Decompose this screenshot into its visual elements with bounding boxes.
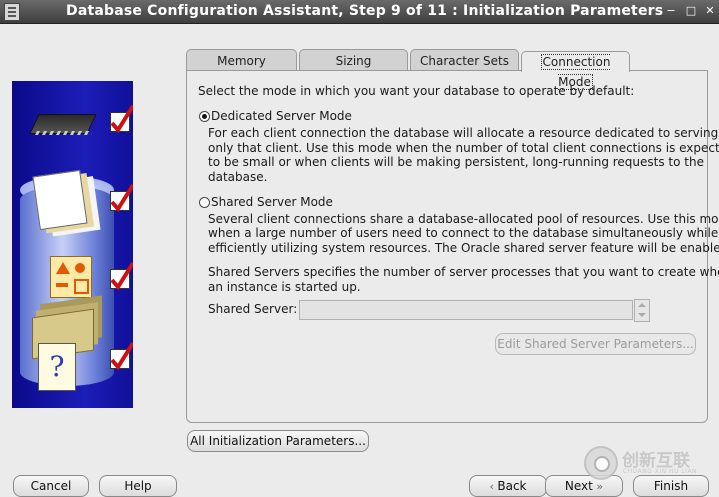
wizard-graphic: ? xyxy=(12,81,133,408)
watermark-logo: 创新互联 CHUANG XIN HU LIAN xyxy=(584,442,714,482)
dedicated-server-label[interactable]: Dedicated Server Mode xyxy=(211,109,352,124)
cancel-button[interactable]: Cancel xyxy=(13,475,89,497)
shared-description-line: efficiently utilizing system resources. … xyxy=(208,241,719,255)
shared-server-field-label: Shared Server: xyxy=(208,302,298,316)
tab-connection-mode[interactable]: Connection Mode xyxy=(521,51,630,90)
watermark-icon xyxy=(584,446,618,480)
spinner-down-icon[interactable] xyxy=(638,313,646,317)
shared-servers-info-line: an instance is started up. xyxy=(208,280,361,294)
checkmark-icon xyxy=(110,341,133,370)
tab-sizing[interactable]: Sizing xyxy=(299,49,408,71)
shared-description-line: when a large number of users need to con… xyxy=(208,226,719,240)
help-button[interactable]: Help xyxy=(99,475,177,497)
shared-server-spinner[interactable] xyxy=(634,299,650,322)
memory-chip-pins xyxy=(35,131,93,135)
dedicated-server-radio[interactable] xyxy=(199,111,210,122)
minimize-icon[interactable]: − xyxy=(664,4,678,18)
spinner-up-icon[interactable] xyxy=(638,303,646,307)
shared-server-label[interactable]: Shared Server Mode xyxy=(211,195,333,210)
tab-character-sets[interactable]: Character Sets xyxy=(410,49,519,71)
close-icon[interactable]: ✕ xyxy=(703,4,717,18)
dedicated-description-line: only that client. Use this mode when the… xyxy=(208,141,719,155)
maximize-icon[interactable]: □ xyxy=(684,4,698,18)
question-document-icon: ? xyxy=(38,343,76,391)
back-button[interactable]: ‹ Back xyxy=(469,475,547,497)
checkmark-icon xyxy=(110,183,133,212)
window-title: Database Configuration Assistant, Step 9… xyxy=(66,3,664,19)
shared-description-line: Several client connections share a datab… xyxy=(208,212,719,226)
edit-shared-server-parameters-button[interactable]: Edit Shared Server Parameters... xyxy=(495,333,696,355)
back-label: Back xyxy=(497,479,527,493)
tab-memory[interactable]: Memory xyxy=(186,49,297,71)
shared-server-input[interactable] xyxy=(299,300,633,320)
shared-server-radio[interactable] xyxy=(199,197,210,208)
title-bar: Database Configuration Assistant, Step 9… xyxy=(0,0,719,24)
checkmark-icon xyxy=(110,261,133,290)
shapes-icon xyxy=(50,256,92,298)
all-initialization-parameters-button[interactable]: All Initialization Parameters... xyxy=(187,430,369,452)
shared-servers-info-line: Shared Servers specifies the number of s… xyxy=(208,265,719,279)
dedicated-description-line: database. xyxy=(208,170,268,184)
dedicated-description-line: For each client connection the database … xyxy=(208,126,719,140)
dedicated-description-line: to be small or when clients will be maki… xyxy=(208,155,704,169)
app-icon[interactable] xyxy=(4,3,20,21)
documents-icon xyxy=(32,169,88,231)
watermark-subtitle: CHUANG XIN HU LIAN xyxy=(623,468,698,475)
checkmark-icon xyxy=(110,104,133,133)
